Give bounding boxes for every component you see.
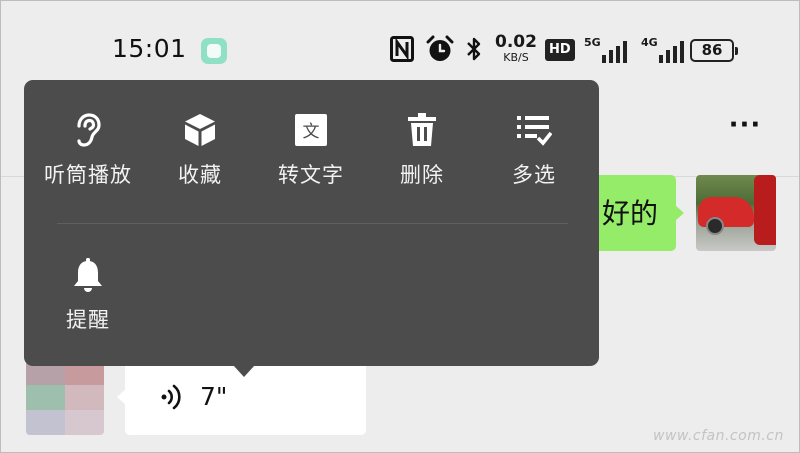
menu-item-multi-select[interactable]: 多选 <box>474 110 594 189</box>
bluetooth-icon <box>464 34 484 64</box>
avatar-image-car <box>698 197 754 235</box>
menu-item-delete[interactable]: 删除 <box>362 110 482 189</box>
ear-icon <box>68 110 108 150</box>
menu-pointer <box>233 365 255 377</box>
network-speed: 0.02 KB/S <box>495 32 537 64</box>
avatar-image-detail <box>754 175 776 245</box>
nfc-icon <box>389 34 415 64</box>
menu-item-convert-to-text[interactable]: 文 转文字 <box>251 110 371 189</box>
cube-icon <box>180 110 220 150</box>
menu-item-remind[interactable]: 提醒 <box>28 255 148 334</box>
voice-duration: 7" <box>200 382 228 411</box>
trash-icon <box>402 110 442 150</box>
battery-icon: 86 <box>690 39 738 62</box>
signal-icon: 4G <box>641 37 684 63</box>
app-notification-icon <box>201 38 227 64</box>
hd-badge: HD <box>545 39 575 61</box>
message-context-menu: 听筒播放 收藏 文 转文字 删除 多选 提醒 <box>24 80 599 377</box>
contact-avatar[interactable] <box>26 360 104 435</box>
voice-wave-icon <box>159 382 187 412</box>
text-icon: 文 <box>291 110 331 150</box>
menu-divider <box>57 223 568 224</box>
menu-item-favorite[interactable]: 收藏 <box>140 110 260 189</box>
bell-icon <box>68 255 108 295</box>
alarm-icon <box>425 34 455 64</box>
self-avatar[interactable] <box>696 175 776 251</box>
signal-icon: 5G <box>584 37 627 63</box>
multi-select-icon <box>514 110 554 150</box>
status-time: 15:01 <box>112 34 187 63</box>
more-options-button[interactable]: ··· <box>724 110 766 146</box>
menu-item-earpiece-play[interactable]: 听筒播放 <box>28 110 148 189</box>
svg-text:文: 文 <box>303 122 320 142</box>
watermark: www.cfan.com.cn <box>653 428 784 444</box>
